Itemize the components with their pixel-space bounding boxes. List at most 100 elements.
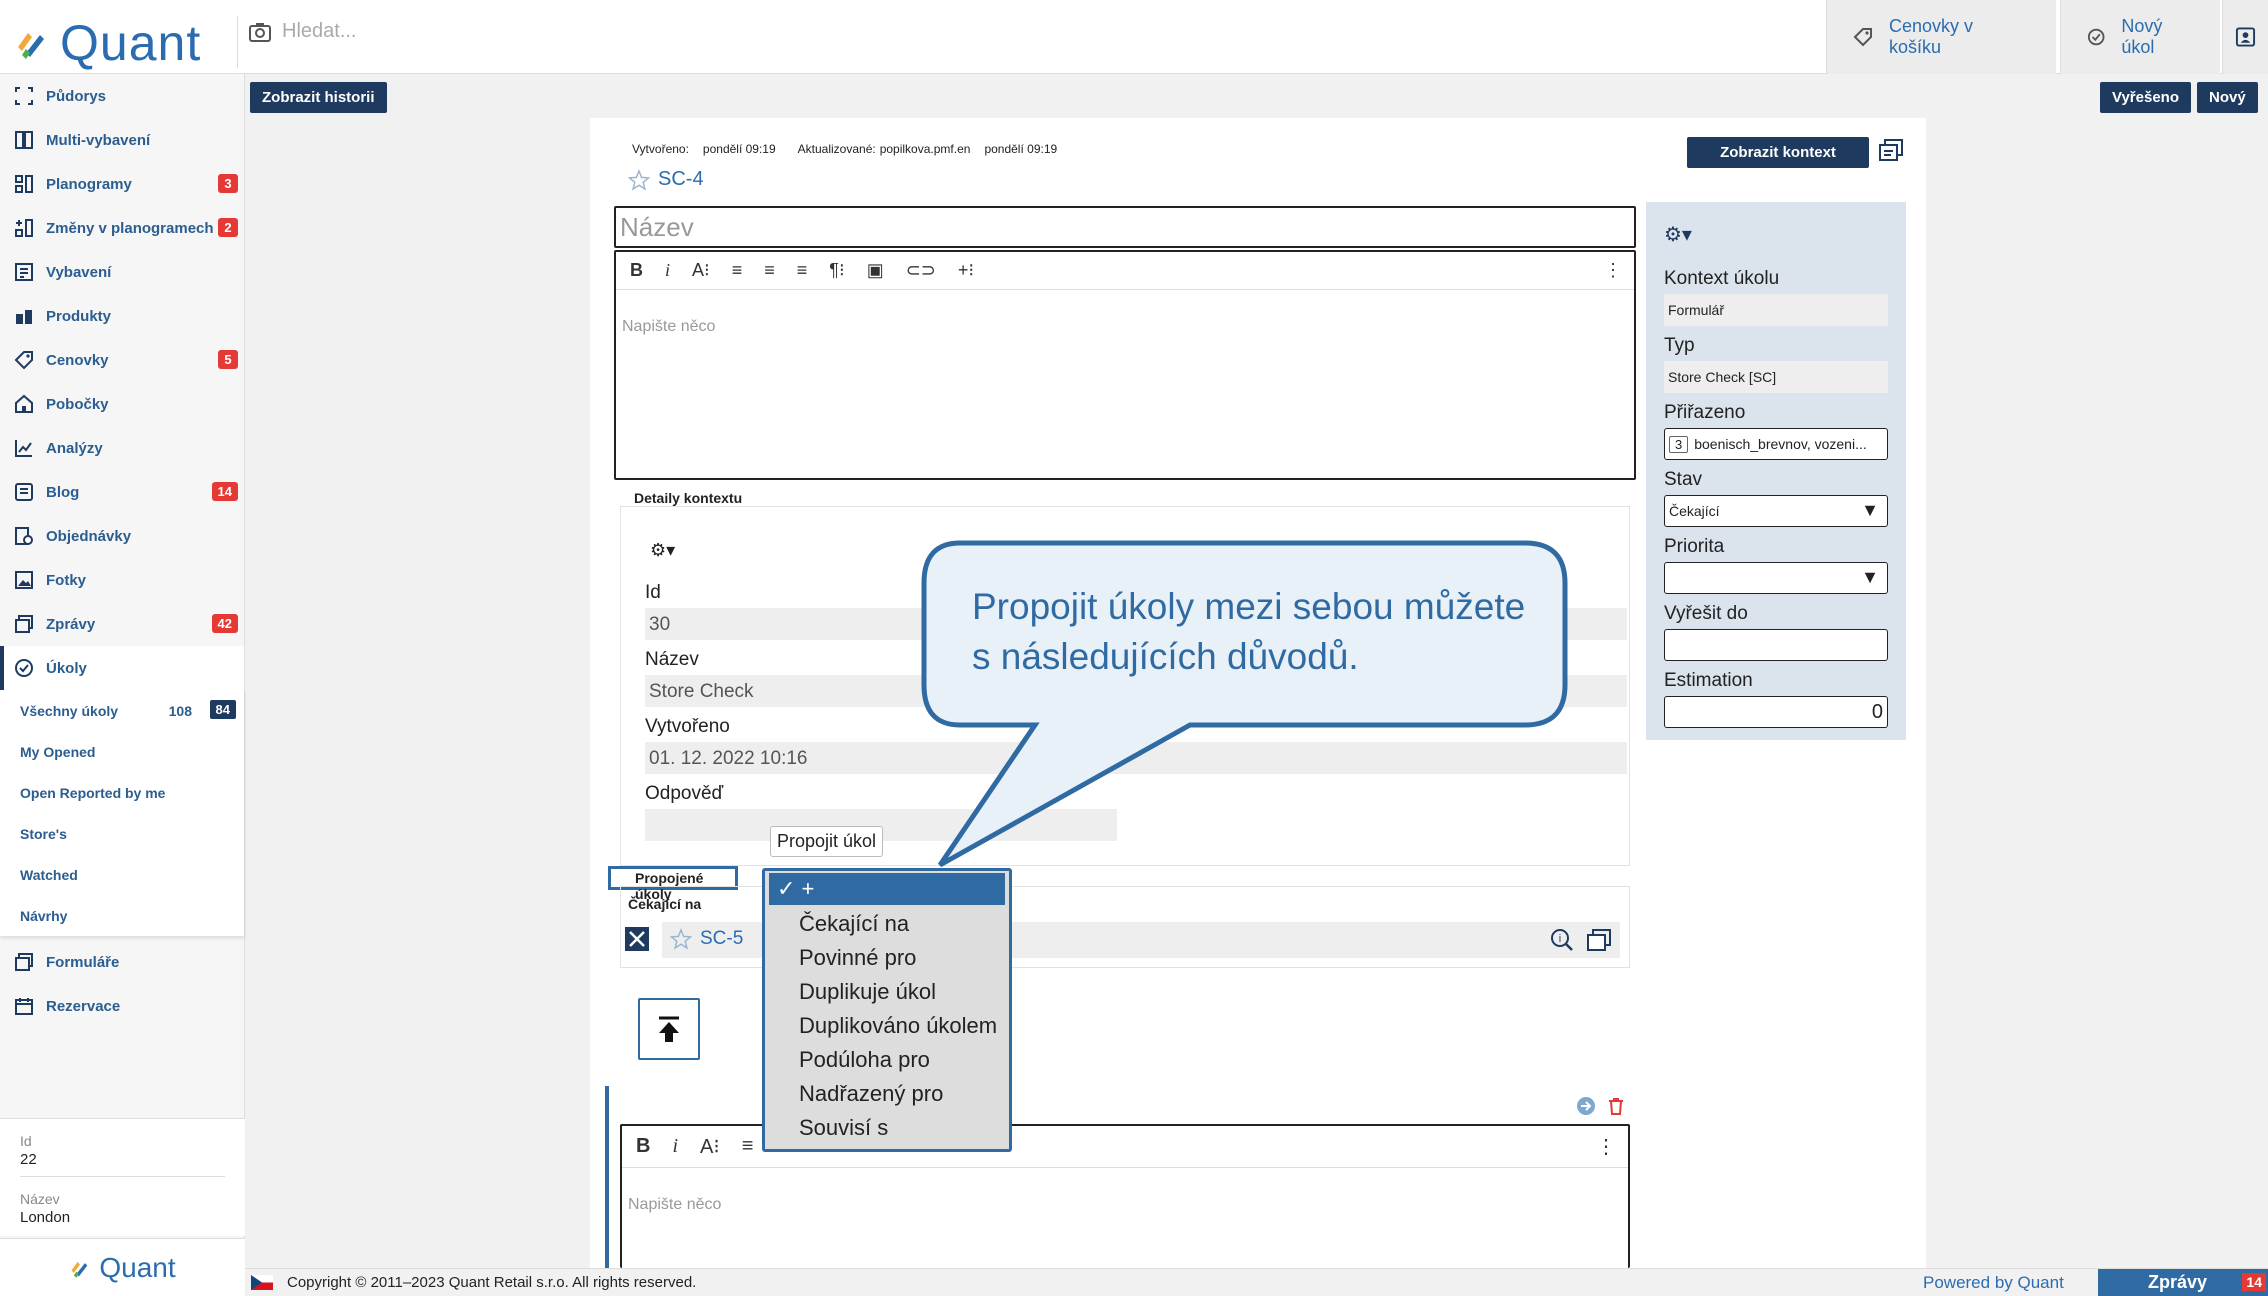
user-profile-button[interactable] bbox=[2222, 0, 2268, 74]
dropdown-option-add[interactable]: ✓ + bbox=[769, 873, 1005, 905]
store-info-panel: Id 22 Název London bbox=[0, 1118, 245, 1236]
dropdown-option-related-to[interactable]: Souvisí s bbox=[765, 1111, 1009, 1145]
image-icon[interactable]: ▣ bbox=[867, 260, 884, 281]
submenu-item-all-tasks[interactable]: Všechny úkoly 108 84 bbox=[0, 690, 244, 731]
search-input[interactable]: Hledat... bbox=[282, 20, 356, 43]
sidebar-item-produkty[interactable]: Produkty bbox=[0, 294, 244, 338]
comments-icon[interactable] bbox=[1878, 138, 1904, 164]
submenu-item-open-reported[interactable]: Open Reported by me bbox=[0, 772, 244, 813]
link-icon[interactable]: ⊂⊃ bbox=[906, 260, 936, 281]
more-options-icon[interactable]: ⋮ bbox=[1596, 1134, 1616, 1159]
new-task-button[interactable]: Nový úkol bbox=[2060, 0, 2220, 74]
sidebar-item-blog[interactable]: Blog 14 bbox=[0, 470, 244, 514]
align-left-icon[interactable]: ≡ bbox=[742, 1135, 754, 1158]
calendar-icon bbox=[15, 998, 33, 1015]
italic-icon[interactable]: i bbox=[672, 1135, 678, 1158]
search-bar[interactable]: Hledat... bbox=[248, 20, 356, 43]
dropdown-option-parent-of[interactable]: Nadřazený pro bbox=[765, 1077, 1009, 1111]
new-button[interactable]: Nový bbox=[2197, 82, 2258, 113]
check-circle-icon bbox=[2087, 28, 2105, 46]
bold-icon[interactable]: B bbox=[636, 1135, 650, 1158]
upload-button[interactable] bbox=[638, 998, 700, 1060]
description-editor[interactable]: B i A⁝ ≡ ≡ ≡ ¶⁝ ▣ ⊂⊃ +⁝ ⋮ Napište něco bbox=[614, 250, 1636, 480]
priority-select[interactable]: ▼ bbox=[1664, 562, 1888, 594]
show-history-button[interactable]: Zobrazit historii bbox=[250, 82, 387, 113]
font-size-icon[interactable]: A⁝ bbox=[692, 260, 710, 281]
messages-button[interactable]: Zprávy 14 bbox=[2098, 1269, 2268, 1296]
properties-panel: ⚙▾ Kontext úkolu Formulář Typ Store Chec… bbox=[1646, 202, 1906, 740]
sidebar-item-ukoly[interactable]: Úkoly bbox=[0, 646, 244, 690]
orders-icon bbox=[15, 527, 33, 545]
dropdown-option-subtask-of[interactable]: Podúloha pro bbox=[765, 1043, 1009, 1077]
updated-value: pondělí 09:19 bbox=[984, 142, 1058, 156]
italic-icon[interactable]: i bbox=[665, 260, 670, 281]
sidebar-item-cenovky[interactable]: Cenovky 5 bbox=[0, 338, 244, 382]
context-type-value: Formulář bbox=[1664, 294, 1888, 326]
price-tags-cart-button[interactable]: Cenovky v košíku bbox=[1826, 0, 2056, 74]
paragraph-icon[interactable]: ¶⁝ bbox=[829, 260, 844, 281]
align-center-icon[interactable]: ≡ bbox=[764, 260, 775, 281]
comments-icon[interactable] bbox=[1586, 928, 1612, 954]
waiting-for-label: Čekající na bbox=[628, 896, 702, 912]
submenu-item-my-opened[interactable]: My Opened bbox=[0, 731, 244, 772]
powered-by-link[interactable]: Powered by Quant bbox=[1923, 1273, 2064, 1293]
dropdown-option-waiting-for[interactable]: Čekající na bbox=[765, 907, 1009, 941]
assigned-field[interactable]: 3 boenisch_brevnov, vozeni... bbox=[1664, 428, 1888, 460]
czech-flag-icon[interactable] bbox=[251, 1275, 273, 1290]
dropdown-option-required-for[interactable]: Povinné pro bbox=[765, 941, 1009, 975]
store-id-value: 22 bbox=[20, 1151, 225, 1177]
arrow-right-circle-icon[interactable] bbox=[1576, 1096, 1596, 1116]
context-settings-icon[interactable]: ⚙▾ bbox=[650, 540, 675, 561]
sidebar-item-zpravy[interactable]: Zprávy 42 bbox=[0, 602, 244, 646]
state-select[interactable]: Čekající ▼ bbox=[1664, 495, 1888, 527]
star-icon[interactable] bbox=[628, 168, 650, 191]
messages-label: Zprávy bbox=[2148, 1272, 2208, 1292]
sidebar-item-rezervace[interactable]: Rezervace bbox=[0, 984, 244, 1028]
insert-more-icon[interactable]: +⁝ bbox=[958, 260, 974, 281]
submenu-item-stores[interactable]: Store's bbox=[0, 813, 244, 854]
app-logo[interactable]: Quant bbox=[14, 14, 201, 72]
sidebar-item-vybaveni[interactable]: Vybavení bbox=[0, 250, 244, 294]
due-date-input[interactable] bbox=[1664, 629, 1888, 661]
task-title-input[interactable]: Název bbox=[614, 206, 1636, 248]
sidebar-item-pudorys[interactable]: Půdorys bbox=[0, 74, 244, 118]
store-id-label: Id bbox=[20, 1133, 32, 1149]
created-value: pondělí 09:19 bbox=[702, 142, 776, 156]
bold-icon[interactable]: B bbox=[630, 260, 643, 281]
align-right-icon[interactable]: ≡ bbox=[797, 260, 808, 281]
resolved-button[interactable]: Vyřešeno bbox=[2100, 82, 2191, 113]
font-size-icon[interactable]: A⁝ bbox=[700, 1134, 720, 1159]
callout-text: Propojit úkoly mezi sebou můžete s násle… bbox=[972, 586, 1526, 677]
remove-link-icon[interactable] bbox=[624, 926, 650, 952]
trash-icon[interactable] bbox=[1606, 1096, 1626, 1116]
sidebar-item-fotky[interactable]: Fotky bbox=[0, 558, 244, 602]
estimation-input[interactable]: 0 bbox=[1664, 696, 1888, 728]
submenu-item-drafts[interactable]: Návrhy bbox=[0, 895, 244, 936]
link-type-dropdown[interactable]: ✓ + Čekající na Povinné pro Duplikuje úko… bbox=[762, 868, 1012, 1152]
more-options-icon[interactable]: ⋮ bbox=[1604, 260, 1622, 281]
align-left-icon[interactable]: ≡ bbox=[732, 260, 743, 281]
context-name-label: Název bbox=[645, 649, 699, 670]
estimation-label: Estimation bbox=[1664, 670, 1753, 691]
store-name-value: London bbox=[20, 1209, 71, 1226]
properties-settings-icon[interactable]: ⚙▾ bbox=[1664, 222, 1692, 247]
dropdown-option-duplicated-by[interactable]: Duplikováno úkolem bbox=[765, 1009, 1009, 1043]
star-icon[interactable] bbox=[670, 928, 692, 950]
sidebar-item-multi-vybaveni[interactable]: Multi-vybavení bbox=[0, 118, 244, 162]
submenu-label: My Opened bbox=[20, 743, 96, 760]
task-code[interactable]: SC-4 bbox=[658, 168, 704, 191]
submenu-item-watched[interactable]: Watched bbox=[0, 854, 244, 895]
dropdown-option-duplicates[interactable]: Duplikuje úkol bbox=[765, 975, 1009, 1009]
show-context-button[interactable]: Zobrazit kontext bbox=[1687, 137, 1869, 168]
state-label: Stav bbox=[1664, 469, 1703, 490]
sidebar-item-zmeny-v-planogramech[interactable]: Změny v planogramech 2 bbox=[0, 206, 244, 250]
sidebar-item-analyzy[interactable]: Analýzy bbox=[0, 426, 244, 470]
sidebar-item-formulare[interactable]: Formuláře bbox=[0, 940, 244, 984]
sidebar-item-pobocky[interactable]: Pobočky bbox=[0, 382, 244, 426]
info-search-icon[interactable]: i bbox=[1550, 928, 1574, 952]
sidebar-item-planogramy[interactable]: Planogramy 3 bbox=[0, 162, 244, 206]
quant-logo-icon bbox=[18, 33, 44, 59]
camera-icon[interactable] bbox=[248, 21, 272, 43]
linked-task-code[interactable]: SC-5 bbox=[700, 928, 743, 950]
sidebar-item-objednavky[interactable]: Objednávky bbox=[0, 514, 244, 558]
